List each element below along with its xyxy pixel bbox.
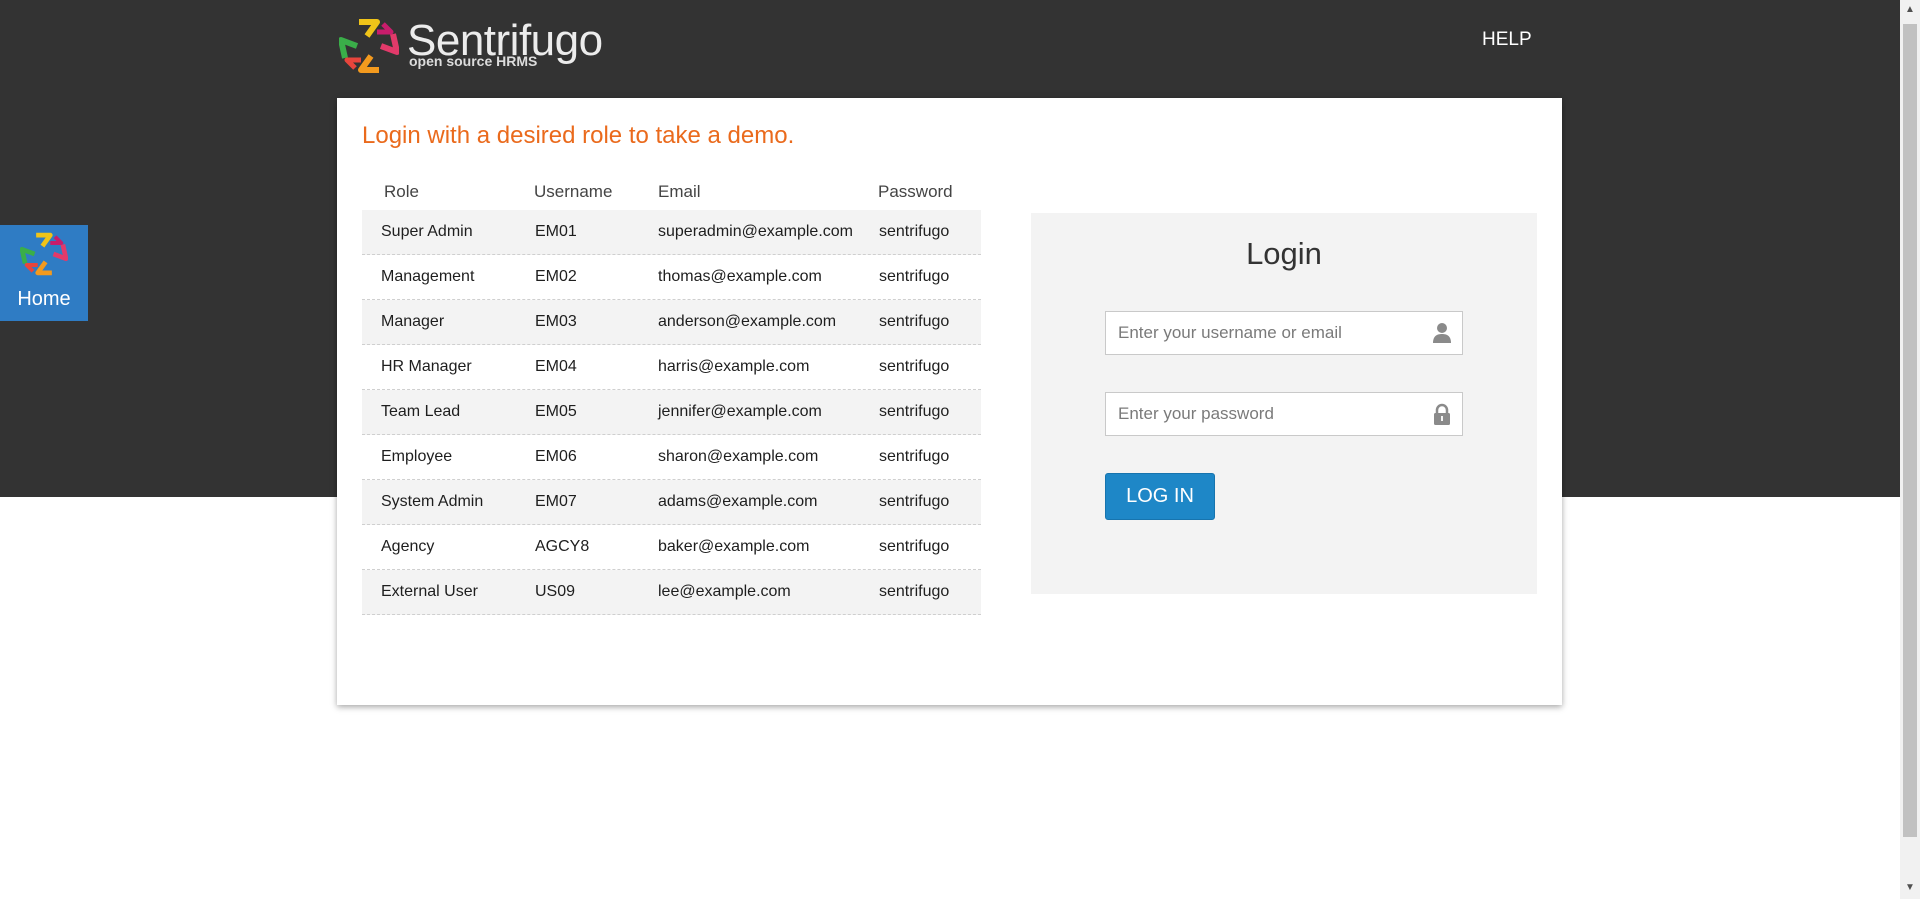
cell-password: sentrifugo: [879, 538, 950, 555]
sentrifugo-logo-icon: [20, 232, 68, 276]
cell-password: sentrifugo: [879, 448, 950, 465]
column-header-password: Password: [878, 182, 953, 201]
cell-username: US09: [535, 583, 576, 600]
cell-role: Team Lead: [381, 403, 461, 420]
cell-email: harris@example.com: [658, 358, 810, 375]
scroll-up-arrow-icon[interactable]: ▲: [1900, 4, 1920, 15]
cell-role: HR Manager: [381, 358, 472, 375]
lock-icon: [1432, 403, 1452, 430]
cell-password: sentrifugo: [879, 358, 950, 375]
table-body: Super Admin EM01 superadmin@example.com …: [362, 210, 981, 615]
cell-email: thomas@example.com: [658, 268, 822, 285]
cell-password: sentrifugo: [879, 403, 950, 420]
username-input[interactable]: [1106, 312, 1418, 354]
table-row[interactable]: Super Admin EM01 superadmin@example.com …: [362, 210, 981, 255]
brand-tagline: open source HRMS: [409, 53, 538, 69]
cell-email: superadmin@example.com: [658, 223, 853, 240]
cell-password: sentrifugo: [879, 493, 950, 510]
cell-username: EM01: [535, 223, 577, 240]
cell-role: System Admin: [381, 493, 484, 510]
help-link[interactable]: HELP: [1482, 29, 1532, 51]
login-button[interactable]: LOG IN: [1105, 473, 1215, 520]
cell-username: EM03: [535, 313, 577, 330]
cell-username: AGCY8: [535, 538, 590, 555]
column-header-username: Username: [534, 182, 613, 201]
cell-password: sentrifugo: [879, 223, 950, 240]
login-title: Login: [1246, 236, 1322, 271]
table-header: Role Username Email Password: [362, 174, 981, 210]
username-field[interactable]: [1105, 311, 1463, 355]
cell-username: EM02: [535, 268, 577, 285]
demo-card: Login with a desired role to take a demo…: [337, 98, 1562, 705]
brand-logo[interactable]: Sentrifugo open source HRMS: [339, 16, 603, 74]
home-tab[interactable]: Home: [0, 225, 88, 321]
demo-roles-table: Role Username Email Password Super Admin…: [362, 174, 981, 615]
table-row[interactable]: HR Manager EM04 harris@example.com sentr…: [362, 345, 981, 390]
table-row[interactable]: Agency AGCY8 baker@example.com sentrifug…: [362, 525, 981, 570]
column-header-email: Email: [658, 182, 701, 201]
cell-role: Employee: [381, 448, 453, 465]
column-header-role: Role: [384, 182, 419, 201]
cell-username: EM05: [535, 403, 577, 420]
cell-password: sentrifugo: [879, 583, 950, 600]
password-input[interactable]: [1106, 393, 1418, 435]
table-row[interactable]: Manager EM03 anderson@example.com sentri…: [362, 300, 981, 345]
user-icon: [1432, 322, 1452, 349]
password-field[interactable]: [1105, 392, 1463, 436]
cell-role: External User: [381, 583, 478, 600]
cell-email: adams@example.com: [658, 493, 818, 510]
table-row[interactable]: Team Lead EM05 jennifer@example.com sent…: [362, 390, 981, 435]
table-row[interactable]: Management EM02 thomas@example.com sentr…: [362, 255, 981, 300]
scroll-down-arrow-icon[interactable]: ▼: [1900, 882, 1920, 893]
scrollbar-thumb[interactable]: [1903, 24, 1917, 837]
cell-email: jennifer@example.com: [658, 403, 822, 420]
cell-email: baker@example.com: [658, 538, 810, 555]
cell-username: EM07: [535, 493, 577, 510]
table-row[interactable]: Employee EM06 sharon@example.com sentrif…: [362, 435, 981, 480]
login-panel: Login LOG IN: [1031, 213, 1537, 594]
table-row[interactable]: System Admin EM07 adams@example.com sent…: [362, 480, 981, 525]
cell-password: sentrifugo: [879, 268, 950, 285]
cell-email: sharon@example.com: [658, 448, 819, 465]
cell-username: EM06: [535, 448, 577, 465]
cell-role: Manager: [381, 313, 445, 330]
cell-email: anderson@example.com: [658, 313, 837, 330]
home-tab-label: Home: [17, 288, 71, 310]
cell-role: Agency: [381, 538, 435, 555]
demo-intro-heading: Login with a desired role to take a demo…: [362, 122, 795, 149]
cell-password: sentrifugo: [879, 313, 950, 330]
cell-username: EM04: [535, 358, 577, 375]
sentrifugo-logo-icon: [339, 19, 399, 73]
table-row[interactable]: External User US09 lee@example.com sentr…: [362, 570, 981, 615]
page-scrollbar[interactable]: ▲ ▼: [1900, 0, 1920, 899]
cell-email: lee@example.com: [658, 583, 791, 600]
cell-role: Management: [381, 268, 475, 285]
cell-role: Super Admin: [381, 223, 473, 240]
